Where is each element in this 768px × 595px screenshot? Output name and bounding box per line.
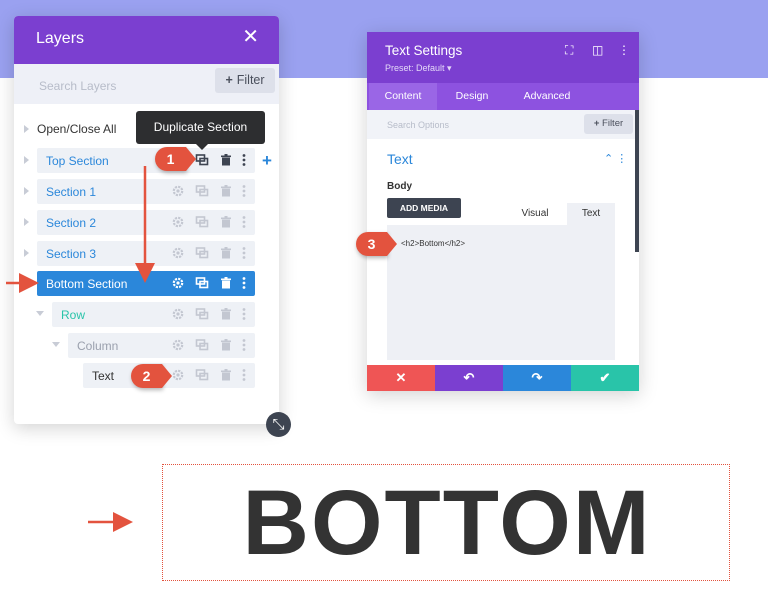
editor-content: <h2>Bottom</h2>: [401, 239, 466, 248]
expand-section-1-icon[interactable]: [24, 187, 29, 195]
plus-icon: +: [225, 73, 233, 87]
gear-icon[interactable]: [171, 246, 185, 260]
more-icon[interactable]: [237, 215, 251, 229]
trash-icon[interactable]: [219, 276, 233, 290]
text-tab[interactable]: Text: [567, 203, 615, 225]
trash-icon[interactable]: [219, 246, 233, 260]
more-icon[interactable]: [237, 153, 251, 167]
section-collapse-icon[interactable]: ⌃ ⋮: [604, 152, 627, 165]
gear-icon[interactable]: [171, 338, 185, 352]
open-close-toggle-icon[interactable]: [24, 125, 29, 133]
body-label: Body: [387, 181, 412, 192]
layers-header: Layers ✕: [14, 16, 279, 64]
trash-icon[interactable]: [219, 215, 233, 229]
tab-content[interactable]: Content: [369, 83, 437, 110]
duplicate-icon[interactable]: [195, 338, 209, 352]
duplicate-icon[interactable]: [195, 307, 209, 321]
settings-tabs: Content Design Advanced: [367, 83, 639, 110]
annotation-badge-1: 1: [155, 147, 196, 171]
more-icon[interactable]: [237, 184, 251, 198]
preset-dropdown[interactable]: Preset: Default ▾: [385, 63, 452, 74]
scrollbar[interactable]: [635, 110, 639, 252]
duplicate-section-tooltip: Duplicate Section: [136, 111, 265, 144]
duplicate-icon[interactable]: [195, 184, 209, 198]
resize-handle-icon[interactable]: ⤡: [266, 412, 291, 437]
more-icon[interactable]: [237, 276, 251, 290]
trash-icon[interactable]: [219, 338, 233, 352]
layer-label: Bottom Section: [46, 277, 128, 291]
text-settings-title: Text Settings: [385, 43, 463, 58]
close-icon[interactable]: ✕: [242, 27, 259, 47]
layer-label: Column: [77, 339, 119, 353]
add-section-icon[interactable]: +: [262, 151, 272, 171]
gear-icon[interactable]: [171, 276, 185, 290]
layer-label: Row: [61, 308, 86, 322]
more-icon[interactable]: [237, 368, 251, 382]
options-search-input[interactable]: Search Options: [387, 120, 449, 130]
expand-section-3-icon[interactable]: [24, 249, 29, 257]
expand-top-section-icon[interactable]: [24, 156, 29, 164]
options-filter-button[interactable]: + Filter: [584, 114, 633, 134]
visual-tab[interactable]: Visual: [507, 203, 563, 225]
layer-label: Section 3: [46, 247, 97, 261]
fullscreen-icon[interactable]: ⛶: [565, 43, 573, 58]
redo-button[interactable]: ↷: [503, 365, 571, 391]
expand-section-2-icon[interactable]: [24, 218, 29, 226]
gear-icon[interactable]: [171, 215, 185, 229]
filter-label: Filter: [236, 73, 265, 87]
tab-design[interactable]: Design: [441, 83, 503, 110]
more-icon[interactable]: [237, 338, 251, 352]
collapse-row-icon[interactable]: [36, 311, 44, 316]
gear-icon[interactable]: [171, 368, 185, 382]
save-button[interactable]: ✔: [571, 365, 639, 391]
gear-icon[interactable]: [171, 307, 185, 321]
collapse-column-icon[interactable]: [52, 342, 60, 347]
heading-text: BOTTOM: [242, 472, 652, 574]
layers-filter-button[interactable]: + Filter: [215, 68, 275, 93]
duplicate-icon[interactable]: [195, 276, 209, 290]
more-icon[interactable]: [237, 307, 251, 321]
heading-module[interactable]: BOTTOM: [162, 464, 730, 581]
open-close-all-link[interactable]: Open/Close All: [37, 122, 116, 136]
duplicate-icon[interactable]: [195, 215, 209, 229]
tooltip-arrow: [196, 144, 208, 150]
layers-search-input[interactable]: Search Layers: [39, 79, 116, 93]
annotation-badge-3: 3: [356, 232, 397, 256]
sidebar-toggle-icon[interactable]: ◫: [592, 43, 603, 57]
tab-advanced[interactable]: Advanced: [513, 83, 581, 110]
trash-icon[interactable]: [219, 184, 233, 198]
plus-icon: +: [593, 118, 600, 129]
duplicate-icon[interactable]: [195, 368, 209, 382]
trash-icon[interactable]: [219, 368, 233, 382]
duplicate-icon[interactable]: [195, 153, 209, 167]
text-settings-panel: Text Settings Preset: Default ▾ ⛶ ◫ ⋮ Co…: [367, 32, 639, 391]
more-icon[interactable]: [237, 246, 251, 260]
duplicate-icon[interactable]: [195, 246, 209, 260]
text-settings-header: Text Settings Preset: Default ▾ ⛶ ◫ ⋮: [367, 32, 639, 83]
settings-footer: ✕ ↶ ↷ ✔: [367, 365, 639, 391]
body-editor[interactable]: <h2>Bottom</h2>: [387, 225, 615, 360]
filter-label: Filter: [602, 118, 624, 129]
layer-label: Text: [92, 369, 115, 383]
annotation-badge-2: 2: [131, 364, 172, 388]
trash-icon[interactable]: [219, 153, 233, 167]
gear-icon[interactable]: [171, 184, 185, 198]
add-media-button[interactable]: ADD MEDIA: [387, 198, 461, 218]
layer-label: Top Section: [46, 154, 109, 168]
layers-title: Layers: [36, 30, 85, 47]
discard-button[interactable]: ✕: [367, 365, 435, 391]
more-options-icon[interactable]: ⋮: [618, 43, 630, 57]
text-section-title[interactable]: Text: [387, 151, 413, 167]
trash-icon[interactable]: [219, 307, 233, 321]
layer-label: Section 1: [46, 185, 97, 199]
layer-label: Section 2: [46, 216, 97, 230]
undo-button[interactable]: ↶: [435, 365, 503, 391]
